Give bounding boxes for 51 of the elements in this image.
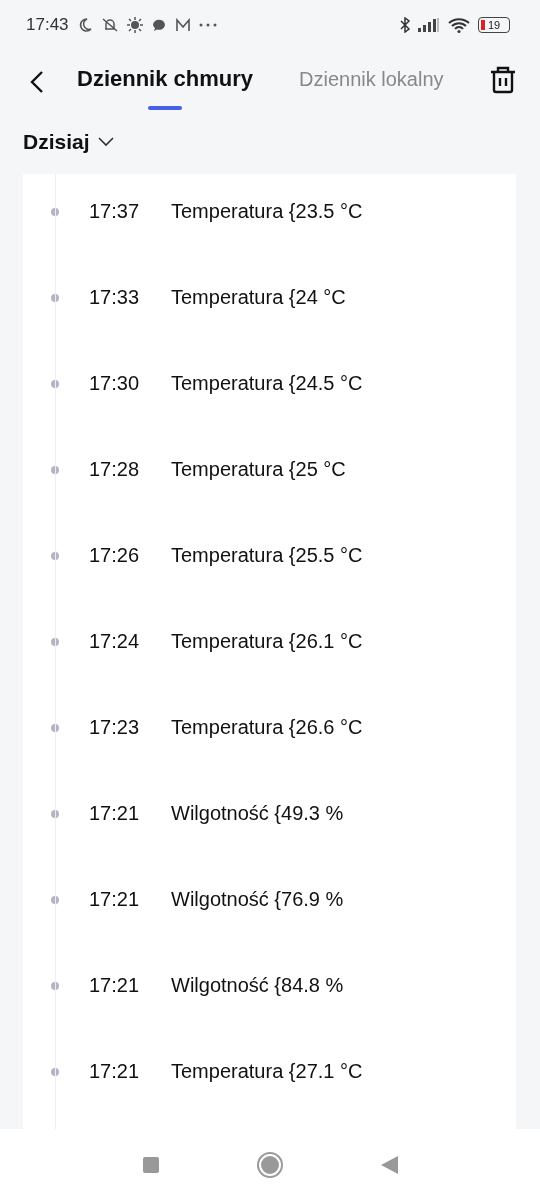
log-text: Wilgotność {76.9 % (171, 888, 344, 911)
log-text: Wilgotność {49.3 % (171, 802, 344, 825)
sun-icon (126, 17, 143, 33)
trash-icon[interactable] (490, 66, 516, 94)
timeline-dot (51, 466, 59, 474)
back-icon[interactable] (30, 70, 44, 94)
back-triangle-icon[interactable] (380, 1155, 398, 1174)
timeline-dot (51, 810, 59, 818)
chevron-down-icon (97, 137, 114, 147)
muted-bell-icon (100, 17, 119, 33)
log-text: Temperatura {24 °C (171, 286, 346, 309)
log-time: 17:28 (89, 458, 141, 481)
more-icon (198, 23, 217, 27)
mail-icon (174, 18, 191, 32)
log-time: 17:30 (89, 372, 141, 395)
log-time: 17:21 (89, 974, 141, 997)
recent-apps-icon[interactable] (142, 1156, 159, 1173)
timeline-dot (51, 724, 59, 732)
log-time: 17:24 (89, 630, 141, 653)
log-text: Temperatura {26.6 °C (171, 716, 363, 739)
battery-indicator: 19 (478, 17, 510, 33)
signal-icon (418, 18, 440, 32)
log-text: Temperatura {27.1 °C (171, 1060, 363, 1083)
wifi-icon (448, 17, 470, 33)
timeline-dot (51, 638, 59, 646)
status-time: 17:43 (26, 15, 69, 35)
day-dropdown[interactable]: Dzisiaj (23, 130, 114, 154)
log-text: Temperatura {25.5 °C (171, 544, 363, 567)
log-text: Temperatura {23.5 °C (171, 200, 363, 223)
log-text: Temperatura {25 °C (171, 458, 346, 481)
timeline-dot (51, 380, 59, 388)
chat-icon (150, 17, 167, 33)
bluetooth-icon (400, 17, 410, 33)
timeline-dot (51, 896, 59, 904)
log-time: 17:23 (89, 716, 141, 739)
timeline-dot (51, 552, 59, 560)
log-time: 17:21 (89, 1060, 141, 1083)
timeline-dot (51, 208, 59, 216)
log-time: 17:26 (89, 544, 141, 567)
log-time: 17:21 (89, 888, 141, 911)
timeline-dot (51, 982, 59, 990)
log-text: Temperatura {26.1 °C (171, 630, 363, 653)
log-time: 17:33 (89, 286, 141, 309)
timeline-dot (51, 294, 59, 302)
log-time: 17:21 (89, 802, 141, 825)
tab[interactable]: Dziennik chmury (77, 66, 254, 110)
timeline-dot (51, 1068, 59, 1076)
log-time: 17:37 (89, 200, 141, 223)
log-text: Wilgotność {84.8 % (171, 974, 344, 997)
home-icon[interactable] (258, 1153, 281, 1176)
log-text: Temperatura {24.5 °C (171, 372, 363, 395)
